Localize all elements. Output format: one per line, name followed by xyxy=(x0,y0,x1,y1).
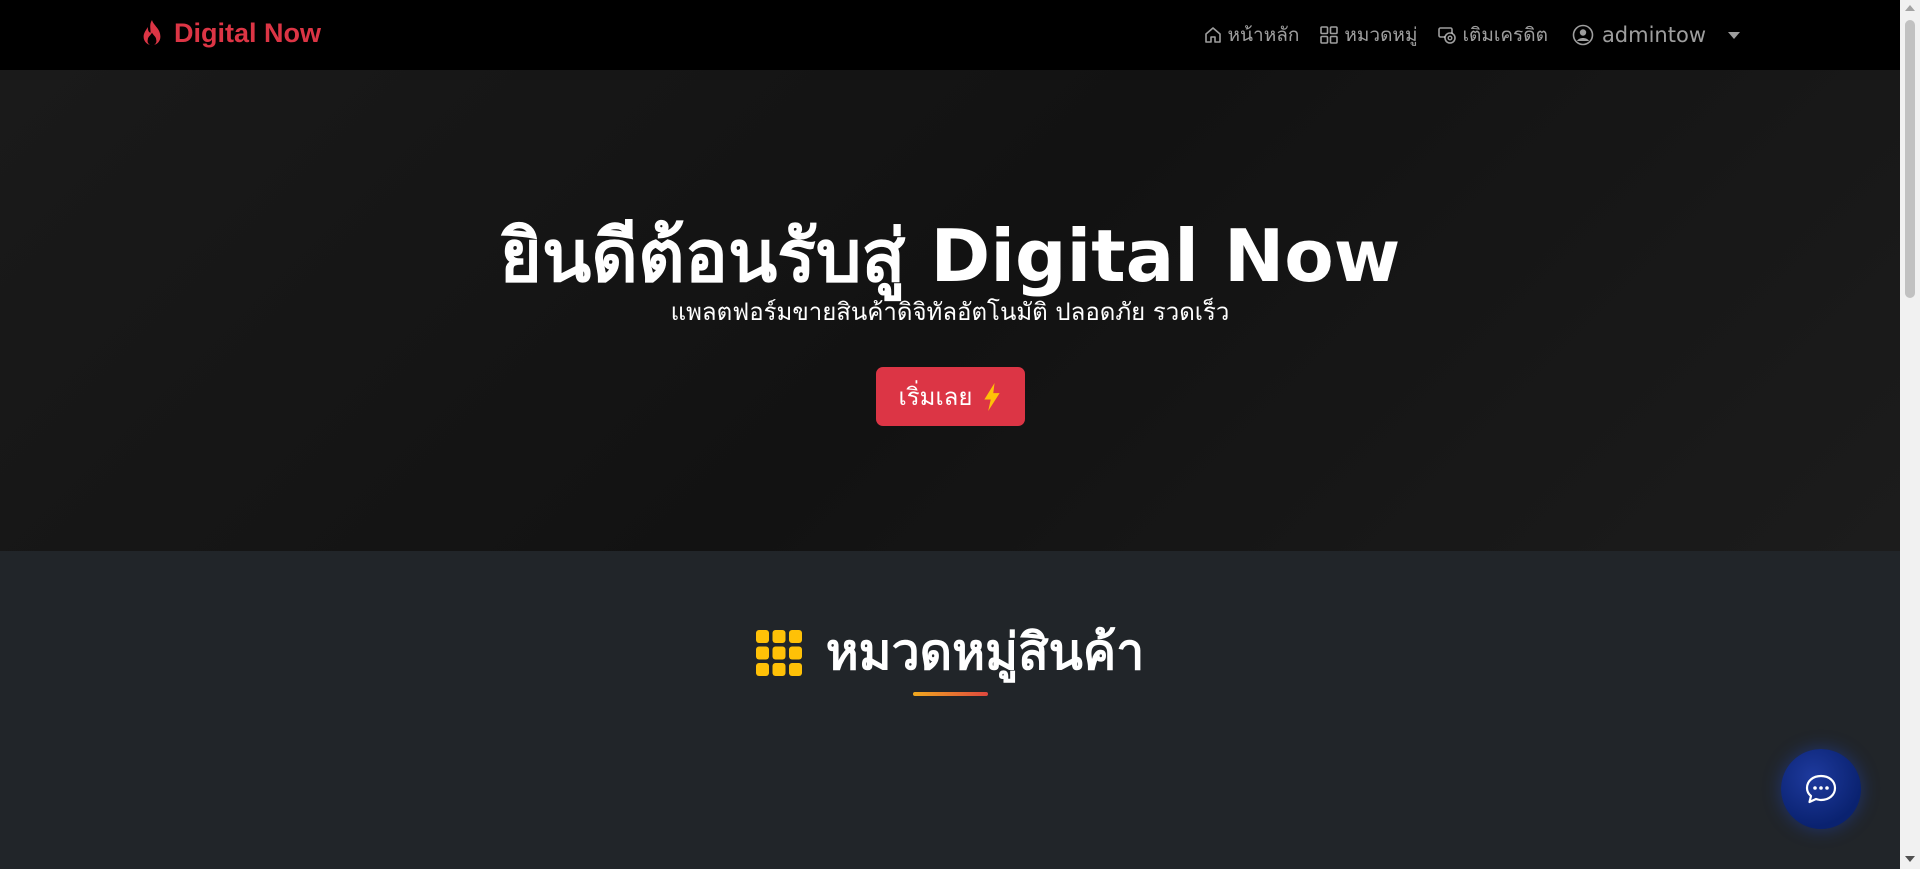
nav-item-topup[interactable]: เติมเครดิต xyxy=(1437,20,1548,50)
lightning-icon xyxy=(984,382,1001,411)
title-underline xyxy=(913,692,988,696)
nav-menu: หน้าหลัก หมวดหมู่ เติมเครดิต admintow xyxy=(1203,0,1740,70)
categories-section: หมวดหมู่สินค้า xyxy=(0,551,1900,869)
hero-section: ยินดีต้อนรับสู่ Digital Now แพลตฟอร์มขาย… xyxy=(0,70,1900,551)
brand-link[interactable]: Digital Now xyxy=(140,18,321,49)
chat-icon xyxy=(1805,774,1837,804)
brand-name: Digital Now xyxy=(174,18,321,48)
vertical-scrollbar[interactable] xyxy=(1900,0,1920,869)
user-name: admintow xyxy=(1601,23,1706,47)
top-navbar: Digital Now หน้าหลัก หมวดหมู่ เติมเครดิต… xyxy=(0,0,1900,70)
caret-down-icon xyxy=(1728,31,1740,39)
house-icon xyxy=(1204,27,1221,43)
chat-button[interactable] xyxy=(1781,749,1861,829)
user-circle-icon xyxy=(1572,24,1594,46)
scroll-up-arrow-icon[interactable] xyxy=(1905,5,1915,11)
nav-item-label: หน้าหลัก xyxy=(1227,24,1300,46)
hero-subtitle: แพลตฟอร์มขายสินค้าดิจิทัลอัตโนมัติ ปลอดภ… xyxy=(670,298,1230,326)
start-button[interactable]: เริ่มเลย xyxy=(876,367,1025,426)
scroll-down-arrow-icon[interactable] xyxy=(1905,856,1915,862)
fire-icon xyxy=(143,19,161,45)
grid-icon xyxy=(1320,26,1339,44)
grid-3x3-icon xyxy=(755,629,802,676)
section-heading: หมวดหมู่สินค้า xyxy=(0,613,1900,692)
nav-item-label: หมวดหมู่ xyxy=(1344,24,1418,46)
section-title: หมวดหมู่สินค้า xyxy=(825,623,1145,681)
nav-item-categories[interactable]: หมวดหมู่ xyxy=(1319,20,1417,50)
nav-item-label: เติมเครดิต xyxy=(1462,24,1548,46)
scroll-thumb[interactable] xyxy=(1905,20,1915,298)
wallet-icon xyxy=(1438,27,1457,44)
start-button-label: เริ่มเลย xyxy=(898,383,973,411)
nav-item-home[interactable]: หน้าหลัก xyxy=(1203,20,1300,50)
user-dropdown[interactable]: admintow xyxy=(1572,23,1740,47)
